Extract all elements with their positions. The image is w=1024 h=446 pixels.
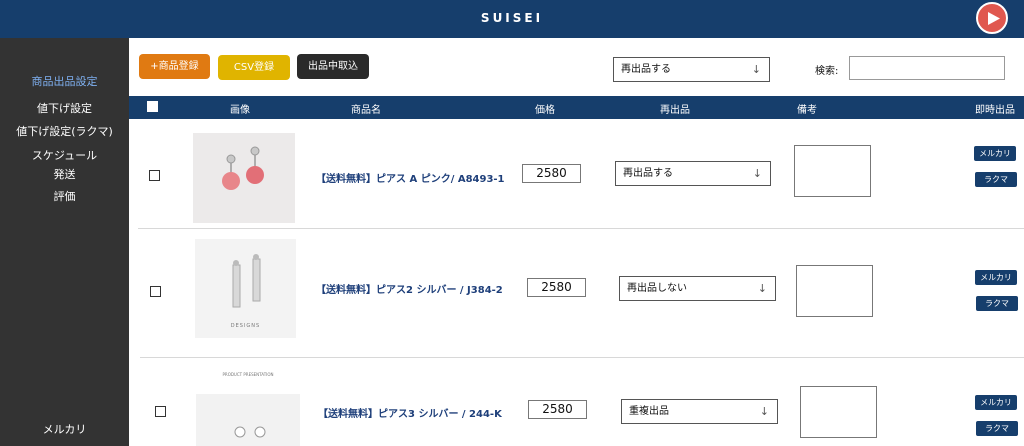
- header-name: 商品名: [351, 105, 381, 116]
- mercari-list-button[interactable]: メルカリ: [975, 395, 1017, 410]
- rakuma-list-button[interactable]: ラクマ: [976, 421, 1018, 436]
- relist-value: 再出品しない: [627, 283, 687, 294]
- price-input[interactable]: 2580: [528, 400, 587, 419]
- relist-value: 重複出品: [629, 406, 669, 417]
- csv-import-button[interactable]: CSV登録: [218, 55, 290, 80]
- product-name[interactable]: 【送料無料】ピアス3 シルバー / 244-K: [318, 405, 502, 420]
- import-listed-button[interactable]: 出品中取込: [297, 54, 369, 79]
- chevron-down-icon: ↓: [759, 405, 769, 418]
- chevron-down-icon: ↓: [752, 167, 762, 180]
- select-all-checkbox[interactable]: [147, 101, 158, 112]
- search-input[interactable]: [849, 56, 1005, 80]
- table-row: 【送料無料】ピアス A ピンク/ A8493-1 2580 再出品する ↓ メル…: [0, 119, 1024, 229]
- header-relist: 再出品: [660, 105, 690, 116]
- play-icon: [988, 12, 1000, 25]
- header-price: 価格: [535, 105, 555, 116]
- header-instant-listing: 即時出品: [975, 105, 1015, 116]
- chevron-down-icon: ↓: [751, 63, 761, 76]
- mercari-list-button[interactable]: メルカリ: [974, 146, 1016, 161]
- row-checkbox[interactable]: [155, 406, 166, 417]
- table-row: PRODUCT PRESENTATION 【送料無料】ピアス3 シルバー / 2…: [0, 358, 1024, 446]
- brand-title: SUISEI: [480, 11, 544, 25]
- row-checkbox[interactable]: [150, 286, 161, 297]
- image-caption: DESIGNS: [230, 323, 261, 329]
- header-image: 画像: [230, 105, 250, 116]
- rakuma-list-button[interactable]: ラクマ: [975, 172, 1017, 187]
- table-row: DESIGNS 【送料無料】ピアス2 シルバー / J384-2 2580 再出…: [0, 229, 1024, 358]
- relist-select[interactable]: 再出品する ↓: [615, 161, 771, 186]
- notes-field[interactable]: [800, 386, 877, 438]
- sidebar-item-price-drop[interactable]: 値下げ設定: [0, 100, 129, 116]
- header-notes: 備考: [797, 105, 817, 116]
- chevron-down-icon: ↓: [757, 282, 767, 295]
- mercari-list-button[interactable]: メルカリ: [975, 270, 1017, 285]
- product-image: DESIGNS: [195, 239, 296, 338]
- bulk-relist-select[interactable]: 再出品する ↓: [613, 57, 770, 82]
- sidebar-item-listing-settings[interactable]: 商品出品設定: [0, 73, 129, 89]
- price-input[interactable]: 2580: [527, 278, 586, 297]
- rakuma-list-button[interactable]: ラクマ: [976, 296, 1018, 311]
- relist-select[interactable]: 重複出品 ↓: [621, 399, 778, 424]
- search-label: 検索:: [815, 66, 839, 77]
- price-input[interactable]: 2580: [522, 164, 581, 183]
- bulk-relist-value: 再出品する: [621, 64, 671, 75]
- row-checkbox[interactable]: [149, 170, 160, 181]
- top-header: SUISEI: [0, 0, 1024, 38]
- notes-field[interactable]: [794, 145, 871, 197]
- relist-value: 再出品する: [623, 168, 673, 179]
- relist-select[interactable]: 再出品しない ↓: [619, 276, 776, 301]
- play-button[interactable]: [976, 2, 1008, 34]
- product-image: PRODUCT PRESENTATION: [196, 370, 300, 446]
- add-product-button[interactable]: +商品登録: [139, 54, 210, 79]
- product-image: [193, 133, 295, 223]
- product-name[interactable]: 【送料無料】ピアス2 シルバー / J384-2: [316, 281, 503, 296]
- notes-field[interactable]: [796, 265, 873, 317]
- product-name[interactable]: 【送料無料】ピアス A ピンク/ A8493-1: [316, 170, 505, 185]
- table-header: 画像 商品名 価格 再出品 備考 即時出品: [129, 96, 1024, 119]
